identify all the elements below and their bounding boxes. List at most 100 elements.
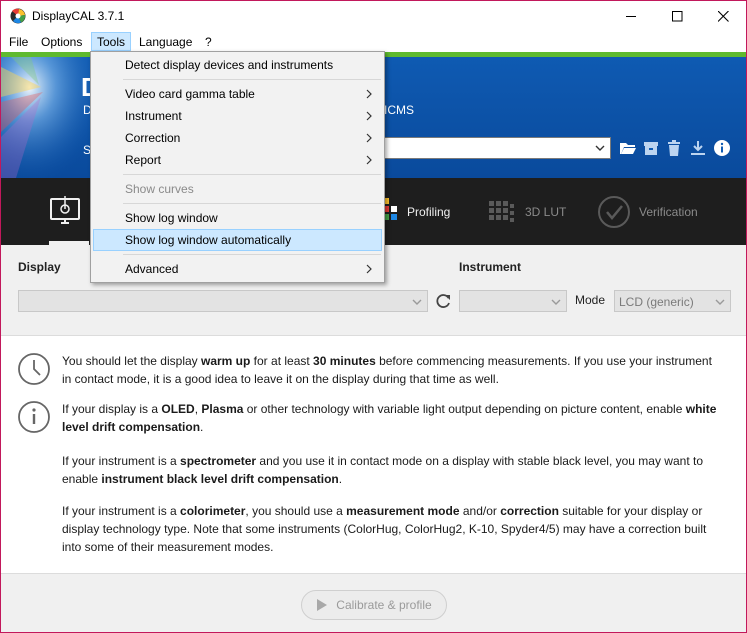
menu-item-label: Video card gamma table [125, 87, 255, 101]
tab-verification-label: Verification [639, 204, 698, 219]
chevron-right-icon [366, 89, 372, 99]
text: . [200, 420, 204, 434]
menu-separator [123, 203, 381, 204]
folder-open-icon[interactable] [619, 139, 637, 157]
menu-options[interactable]: Options [35, 32, 88, 51]
menu-language[interactable]: Language [133, 32, 198, 51]
menu-item-advanced[interactable]: Advanced [93, 258, 382, 280]
displaycal-logo-icon [10, 8, 26, 24]
download-icon[interactable] [689, 139, 707, 157]
menu-item-correction[interactable]: Correction [93, 127, 382, 149]
menu-item-label: Show log window automatically [125, 233, 292, 247]
instrument-select[interactable] [459, 290, 567, 312]
menu-item-label: Instrument [125, 109, 182, 123]
footer-bar: Calibrate & profile [1, 573, 746, 632]
menu-item-show-log-window[interactable]: Show log window [93, 207, 382, 229]
menu-item-label: Correction [125, 131, 181, 145]
menu-separator [123, 174, 381, 175]
app-window: DisplayCAL 3.7.1 File Options Tools Lang… [0, 0, 747, 633]
chevron-down-icon [412, 299, 422, 305]
menu-item-label: Advanced [125, 262, 179, 276]
text: . [338, 472, 343, 486]
tab-3d-lut[interactable]: 3D LUT [487, 178, 566, 245]
calibrate-profile-button[interactable]: Calibrate & profile [301, 590, 447, 620]
chevron-down-icon [595, 145, 605, 151]
info-circle-icon [18, 401, 50, 433]
menu-bar: File Options Tools Language ? [1, 31, 746, 52]
chevron-right-icon [366, 133, 372, 143]
close-icon [717, 10, 729, 22]
text-bold: correction [500, 504, 559, 518]
mode-select[interactable]: LCD (generic) [614, 290, 731, 312]
menu-item-label: Show curves [125, 182, 194, 196]
text: for at least [250, 354, 314, 368]
display-select[interactable] [18, 290, 428, 312]
menu-help[interactable]: ? [199, 32, 218, 51]
tab-verification[interactable]: Verification [597, 178, 698, 245]
text: , you should use a [245, 504, 347, 518]
title-bar[interactable]: DisplayCAL 3.7.1 [1, 1, 746, 31]
chevron-down-icon [551, 299, 561, 305]
text-bold: 30 minutes [313, 354, 376, 368]
tab-3d-lut-label: 3D LUT [525, 204, 567, 219]
cube-grid-icon [489, 200, 514, 222]
display-label: Display [18, 260, 61, 274]
chevron-right-icon [366, 111, 372, 121]
minimize-button[interactable] [608, 1, 654, 31]
warmup-message: You should let the display warm up for a… [62, 352, 722, 388]
tab-profiling[interactable]: Profiling [381, 178, 450, 245]
chevron-right-icon [366, 155, 372, 165]
menu-item-detect-devices[interactable]: Detect display devices and instruments [93, 54, 382, 76]
text-bold: spectrometer [180, 454, 257, 468]
text-bold: colorimeter [180, 504, 246, 518]
oled-plasma-message: If your display is a OLED, Plasma or oth… [62, 400, 722, 436]
chevron-down-icon [715, 299, 725, 305]
text: If your instrument is a [62, 504, 181, 518]
text: If your instrument is a [62, 454, 181, 468]
text-bold: OLED [161, 402, 195, 416]
menu-tools[interactable]: Tools [91, 32, 132, 51]
minimize-icon [625, 15, 636, 17]
spectrometer-message: If your instrument is a spectrometer and… [62, 452, 722, 488]
colorimeter-message: If your instrument is a colorimeter, you… [62, 502, 722, 556]
maximize-icon [671, 10, 682, 21]
settings-dropdown[interactable] [381, 137, 611, 159]
menu-item-show-log-window-automatically[interactable]: Show log window automatically [93, 229, 382, 251]
menu-separator [123, 254, 381, 255]
text: You should let the display [62, 354, 201, 368]
info-icon[interactable] [713, 139, 731, 157]
maximize-button[interactable] [654, 1, 700, 31]
tab-profiling-label: Profiling [407, 204, 451, 219]
mode-value: LCD (generic) [619, 295, 694, 309]
window-title: DisplayCAL 3.7.1 [32, 9, 125, 23]
menu-item-video-card-gamma[interactable]: Video card gamma table [93, 83, 382, 105]
calibrate-profile-label: Calibrate & profile [336, 598, 432, 612]
close-button[interactable] [700, 1, 746, 31]
menu-item-label: Detect display devices and instruments [125, 58, 334, 72]
text: or other technology with variable light … [243, 402, 686, 416]
menu-item-instrument[interactable]: Instrument [93, 105, 382, 127]
clock-icon [18, 353, 50, 385]
tab-display-calibration[interactable] [47, 178, 83, 245]
banner-icms-text: ICMS [384, 103, 414, 117]
text-bold: Plasma [201, 402, 244, 416]
menu-item-show-curves: Show curves [93, 178, 382, 200]
menu-file[interactable]: File [3, 32, 34, 51]
mode-label: Mode [575, 293, 606, 307]
chevron-right-icon [366, 264, 372, 274]
archive-icon[interactable] [642, 139, 660, 157]
text-bold: measurement mode [346, 504, 460, 518]
monitor-icon [50, 195, 80, 224]
menu-item-label: Show log window [125, 211, 218, 225]
menu-item-report[interactable]: Report [93, 149, 382, 171]
menu-item-label: Report [125, 153, 162, 167]
text: and/or [459, 504, 501, 518]
text-bold: instrument black level drift compensatio… [101, 472, 339, 486]
info-panel: You should let the display warm up for a… [1, 335, 746, 573]
play-icon [317, 599, 328, 611]
text: If your display is a [62, 402, 162, 416]
menu-separator [123, 79, 381, 80]
trash-icon[interactable] [665, 139, 683, 157]
refresh-icon[interactable] [434, 292, 452, 310]
text-bold: warm up [201, 354, 251, 368]
